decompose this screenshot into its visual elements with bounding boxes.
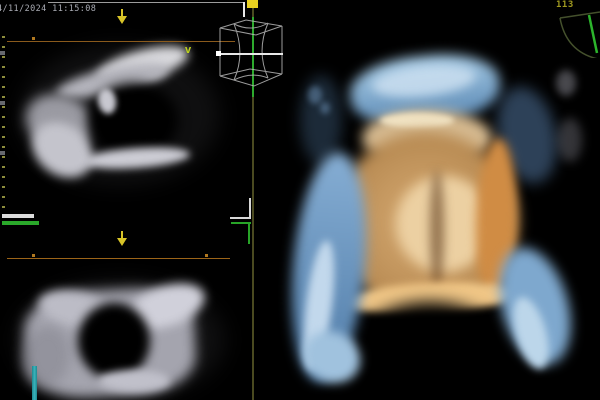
panel-2d-bottom[interactable] — [0, 248, 252, 400]
depth-ruler-mark — [0, 151, 5, 155]
reference-tick — [205, 254, 208, 257]
cube-axis-dot — [216, 51, 221, 56]
cyan-caliper-bar-icon[interactable] — [32, 366, 37, 400]
depth-ruler-mark — [0, 101, 5, 105]
echo-display: 4/11/2024 11:15:08 v — [0, 0, 600, 400]
cube-axis-line — [219, 53, 283, 55]
reference-tick — [32, 254, 35, 257]
orientation-cube-icon[interactable] — [213, 13, 287, 89]
render-bright-band — [380, 113, 454, 128]
plane-sector-icon — [552, 8, 600, 58]
reference-line-top — [7, 41, 235, 42]
green-scale-bar — [2, 221, 39, 225]
render-gray-blob-2 — [558, 118, 582, 162]
panel-3d-render[interactable] — [254, 0, 600, 400]
render-dark-crevice — [430, 170, 444, 290]
depth-ruler — [2, 36, 5, 214]
render-blue-dot-2 — [320, 102, 330, 114]
v-marker: v — [185, 45, 191, 56]
render-gray-blob-1 — [556, 70, 576, 96]
render-bottom-notch — [348, 302, 512, 400]
white-scale-bar — [2, 214, 34, 218]
us-bottom-arc — [98, 370, 170, 392]
yellow-top-marker — [247, 0, 258, 8]
us-bottom-dark-hole — [78, 303, 150, 379]
top-edge-line — [48, 2, 244, 3]
datetime-text: 4/11/2024 11:15:08 — [0, 4, 96, 14]
render-blue-dot-1 — [308, 86, 322, 104]
reference-tick — [32, 37, 35, 40]
depth-ruler-mark — [0, 51, 5, 55]
reference-line-bottom — [7, 258, 230, 259]
